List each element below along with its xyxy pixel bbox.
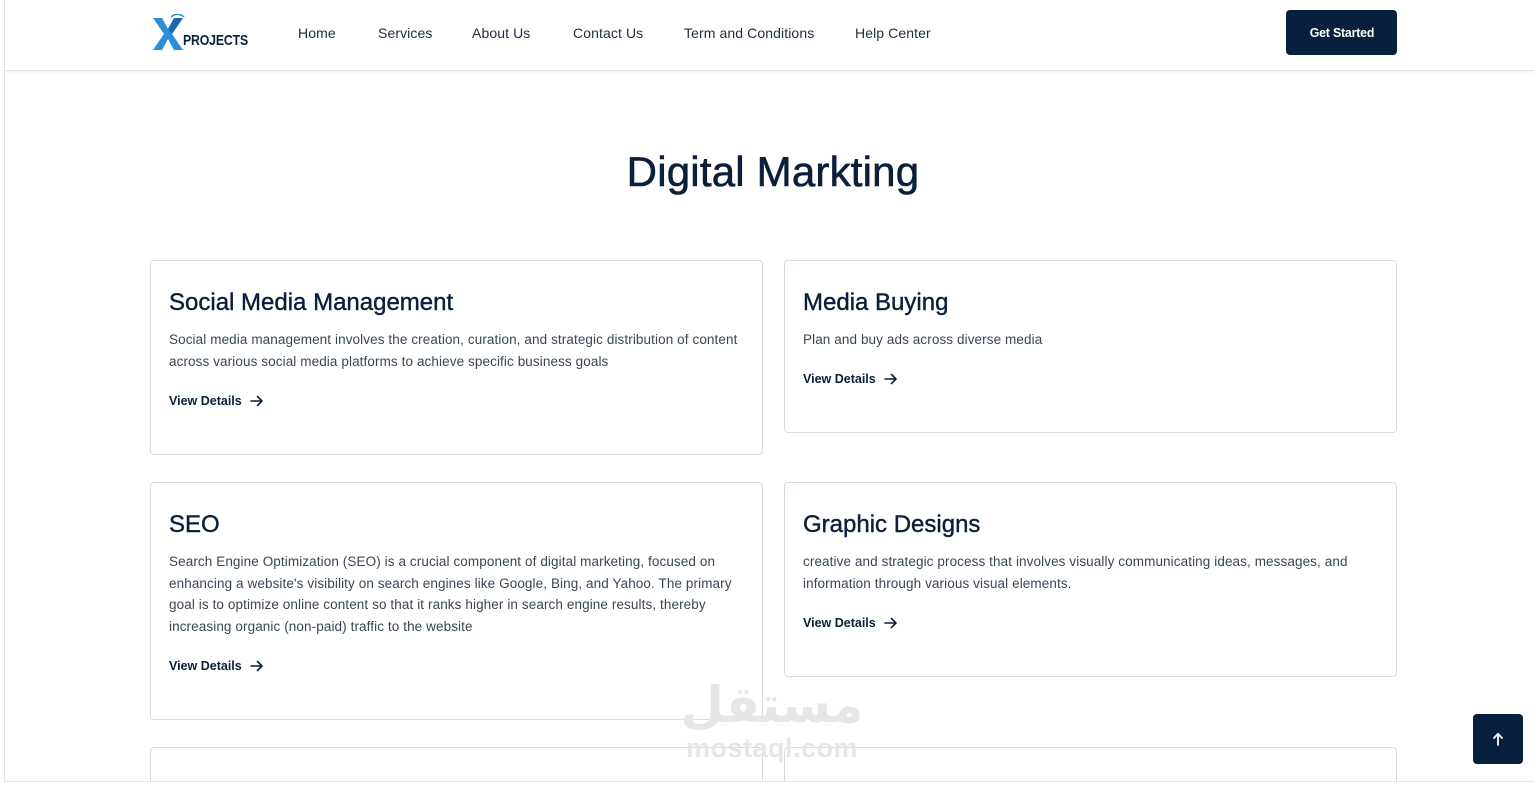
view-details-link[interactable]: View Details (803, 616, 898, 630)
card-description: Social media management involves the cre… (169, 332, 738, 369)
card-title: Social Media Management (169, 289, 454, 316)
site-logo[interactable]: PROJECTS (151, 14, 248, 54)
arrow-right-icon (249, 395, 263, 407)
service-card-seo: SEO Search Engine Optimization (SEO) is … (150, 482, 763, 720)
service-card-partial (784, 747, 1397, 781)
nav-help-center[interactable]: Help Center (855, 25, 931, 41)
nav-services[interactable]: Services (378, 25, 432, 41)
arrow-right-icon (883, 617, 897, 629)
nav-home[interactable]: Home (298, 25, 336, 41)
arrow-right-icon (883, 373, 897, 385)
arrow-right-icon (249, 660, 263, 672)
view-details-label: View Details (803, 372, 876, 386)
card-title: Media Buying (803, 289, 949, 316)
get-started-button[interactable]: Get Started (1286, 10, 1397, 55)
site-header: PROJECTS Home Services About Us Contact … (5, 0, 1534, 71)
nav-about-us[interactable]: About Us (472, 25, 530, 41)
view-details-label: View Details (169, 659, 242, 673)
page-frame: PROJECTS Home Services About Us Contact … (4, 0, 1534, 782)
arrow-up-icon (1493, 732, 1503, 746)
card-title: SEO (169, 511, 220, 538)
logo-text: PROJECTS (183, 32, 248, 49)
card-title: Graphic Designs (803, 511, 981, 538)
card-description: creative and strategic process that invo… (803, 554, 1348, 591)
view-details-link[interactable]: View Details (803, 372, 898, 386)
service-card-graphic-designs: Graphic Designs creative and strategic p… (784, 482, 1397, 677)
view-details-link[interactable]: View Details (169, 394, 264, 408)
view-details-label: View Details (803, 616, 876, 630)
nav-contact-us[interactable]: Contact Us (573, 25, 643, 41)
view-details-link[interactable]: View Details (169, 659, 264, 673)
card-description: Search Engine Optimization (SEO) is a cr… (169, 554, 732, 634)
get-started-label: Get Started (1309, 25, 1374, 40)
page-title: Digital Markting (626, 148, 920, 196)
nav-terms[interactable]: Term and Conditions (684, 25, 814, 41)
logo-x-icon (153, 14, 185, 50)
view-details-label: View Details (169, 394, 242, 408)
service-card-social-media: Social Media Management Social media man… (150, 260, 763, 455)
service-card-partial (150, 747, 763, 781)
card-description: Plan and buy ads across diverse media (803, 332, 1043, 347)
service-card-media-buying: Media Buying Plan and buy ads across div… (784, 260, 1397, 433)
scroll-to-top-button[interactable] (1473, 714, 1523, 764)
